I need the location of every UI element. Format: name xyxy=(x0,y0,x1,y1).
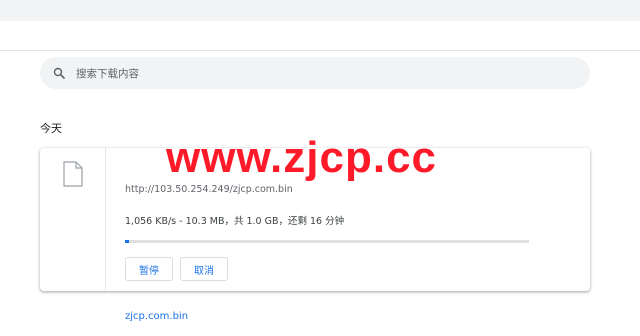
search-icon[interactable] xyxy=(52,66,66,80)
cancel-button[interactable]: 取消 xyxy=(180,257,228,281)
download-progress-bar xyxy=(125,240,529,243)
download-status: 1,056 KB/s - 10.3 MB，共 1.0 GB，还剩 16 分钟 xyxy=(125,216,345,227)
top-toolbar xyxy=(0,0,640,21)
file-icon-column xyxy=(40,148,106,291)
search-input[interactable]: 搜索下载内容 xyxy=(76,66,139,81)
section-title-today: 今天 xyxy=(40,122,62,135)
pause-button[interactable]: 暂停 xyxy=(125,257,173,281)
download-url: http://103.50.254.249/zjcp.com.bin xyxy=(125,184,293,195)
header-divider xyxy=(0,50,640,51)
download-filename-link[interactable]: zjcp.com.bin xyxy=(125,311,188,322)
file-icon xyxy=(63,161,83,187)
download-progress-fill xyxy=(125,240,130,243)
search-bar[interactable]: 搜索下载内容 xyxy=(40,57,590,89)
